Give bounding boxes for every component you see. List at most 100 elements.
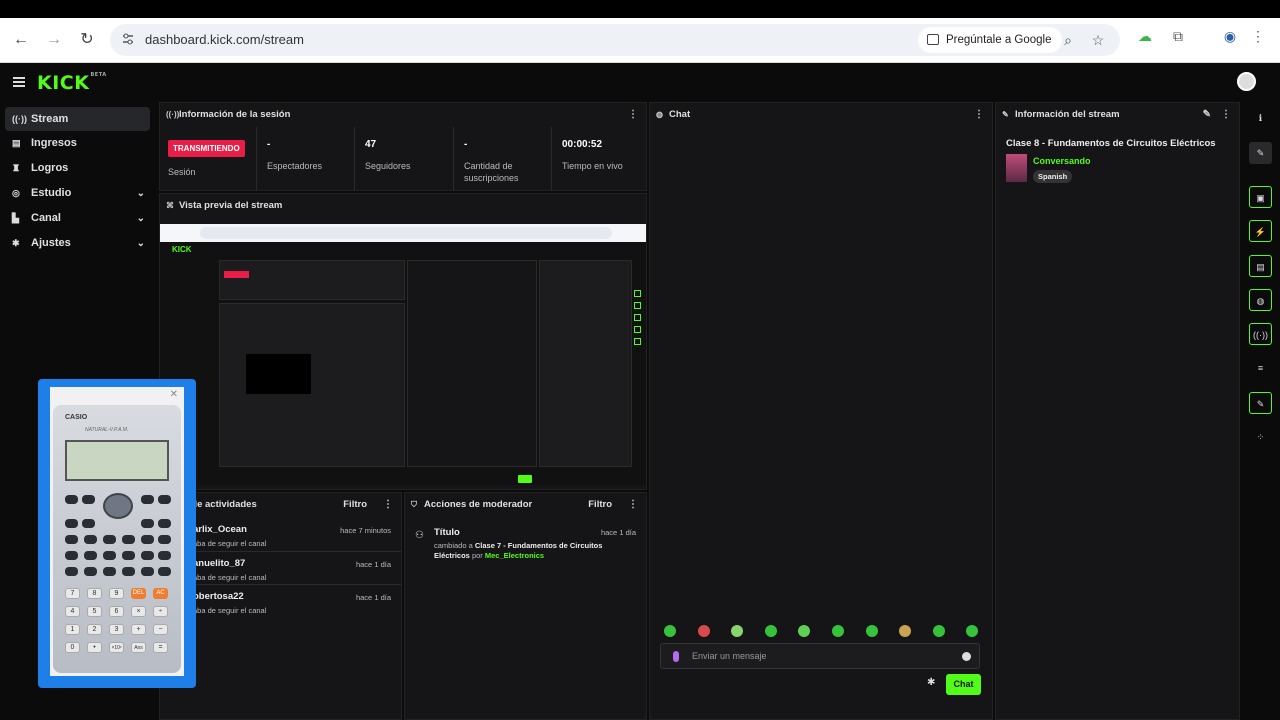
wrench-rail-icon[interactable]: ✎	[1249, 392, 1272, 414]
calculator-key[interactable]	[141, 535, 154, 544]
calculator-key[interactable]: AC	[153, 588, 168, 599]
calculator-key[interactable]	[103, 551, 116, 560]
close-icon[interactable]: ✕	[170, 389, 178, 400]
calculator-key[interactable]: Ans	[131, 642, 146, 653]
calculator-key[interactable]	[122, 535, 135, 544]
calculator-key[interactable]: 9	[109, 588, 124, 599]
calculator-key[interactable]: ÷	[153, 606, 168, 617]
calculator-key[interactable]	[84, 551, 97, 560]
calculator-key[interactable]	[82, 495, 95, 504]
emote-icon[interactable]	[966, 625, 978, 637]
more-options-icon[interactable]: ⋮	[628, 493, 638, 517]
screen-icon[interactable]: ▣	[1249, 186, 1272, 208]
emote-icon[interactable]	[866, 625, 878, 637]
calculator-dpad[interactable]	[103, 493, 133, 519]
info-icon[interactable]: ℹ	[1249, 107, 1272, 129]
calculator-key[interactable]	[158, 551, 171, 560]
category-thumbnail[interactable]	[1006, 154, 1027, 182]
pencil-icon[interactable]: ✎	[1249, 142, 1272, 164]
chat-send-button[interactable]: Chat	[946, 674, 981, 695]
calculator-key[interactable]: ×	[131, 606, 146, 617]
menu-icon[interactable]	[13, 77, 25, 87]
site-settings-icon[interactable]	[120, 31, 136, 47]
zoom-icon[interactable]: ⌕	[1060, 32, 1076, 48]
calculator-key[interactable]	[158, 519, 171, 528]
calculator-key[interactable]: 5	[87, 606, 102, 617]
more-options-icon[interactable]: ⋮	[974, 103, 984, 127]
calculator-key[interactable]: 8	[87, 588, 102, 599]
calculator-key[interactable]	[84, 535, 97, 544]
calculator-key[interactable]	[141, 567, 154, 576]
calculator-key[interactable]: DEL	[131, 588, 146, 599]
emote-icon[interactable]	[664, 625, 676, 637]
calculator-key[interactable]	[65, 567, 78, 576]
calculator-key[interactable]: ×10ˣ	[109, 642, 124, 653]
follower-name[interactable]: anuelito_87	[193, 558, 245, 569]
calculator-key[interactable]	[122, 551, 135, 560]
reload-icon[interactable]: ↻	[77, 30, 97, 50]
calculator-key[interactable]	[82, 519, 95, 528]
calculator-key[interactable]: 6	[109, 606, 124, 617]
calculator-key[interactable]: 7	[65, 588, 80, 599]
sidebar-item-estudio[interactable]: ◎ Estudio ⌄	[5, 181, 150, 206]
emote-icon[interactable]	[832, 625, 844, 637]
emote-icon[interactable]	[933, 625, 945, 637]
microphone-icon[interactable]	[673, 651, 679, 662]
calculator-key[interactable]: 1	[65, 624, 80, 635]
back-icon[interactable]: ←	[11, 30, 31, 50]
sidebar-item-logros[interactable]: ♜ Logros	[5, 156, 150, 181]
calculator-key[interactable]	[84, 567, 97, 576]
follower-name[interactable]: obertosa22	[193, 591, 244, 602]
emote-icon[interactable]	[798, 625, 810, 637]
edit-icon[interactable]: ✎	[1203, 103, 1211, 127]
calculator-key[interactable]	[141, 495, 154, 504]
calculator-overlay[interactable]: ✕ CASIO NATURAL-V.P.A.M. 7 8 9 DEL AC 4 …	[38, 379, 196, 688]
more-options-icon[interactable]: ⋮	[628, 103, 638, 127]
address-bar[interactable]: dashboard.kick.com/stream Pregúntale a G…	[110, 24, 1120, 56]
calculator-key[interactable]: =	[153, 642, 168, 653]
calculator-key[interactable]	[65, 519, 78, 528]
lightning-icon[interactable]: ⚡	[1249, 220, 1272, 242]
mod-action-user[interactable]: Mec_Electronics	[485, 551, 544, 560]
calculator-key[interactable]	[158, 567, 171, 576]
ask-google-button[interactable]: Pregúntale a Google	[918, 27, 1062, 53]
chat-icon[interactable]: ◍	[1249, 289, 1272, 311]
calculator-key[interactable]: •	[87, 642, 102, 653]
filter-button[interactable]: Filtro	[588, 493, 612, 517]
apps-icon[interactable]: ⁘	[1249, 426, 1272, 448]
stream-category[interactable]: Conversando	[1033, 156, 1091, 166]
more-options-icon[interactable]: ⋮	[1221, 103, 1231, 127]
follower-name[interactable]: arlix_Ocean	[193, 524, 247, 535]
calculator-key[interactable]	[141, 519, 154, 528]
bookmark-star-icon[interactable]: ☆	[1090, 32, 1106, 48]
calculator-key[interactable]	[103, 567, 116, 576]
forward-icon[interactable]: →	[44, 30, 64, 50]
calculator-key[interactable]	[122, 567, 135, 576]
calculator-key[interactable]: 2	[87, 624, 102, 635]
kick-logo[interactable]: KICKBETA	[37, 72, 107, 94]
calculator-key[interactable]: +	[131, 624, 146, 635]
calculator-key[interactable]: 3	[109, 624, 124, 635]
stream-preview-video[interactable]: KICK	[160, 224, 646, 485]
chat-message-input[interactable]: Enviar un mensaje	[660, 643, 980, 669]
chat-settings-icon[interactable]: ✱	[927, 677, 935, 688]
avatar[interactable]	[1237, 72, 1256, 91]
calculator-key[interactable]	[158, 495, 171, 504]
calculator-key[interactable]	[158, 535, 171, 544]
calculator-key[interactable]: −	[153, 624, 168, 635]
sidebar-item-canal[interactable]: ▙ Canal ⌄	[5, 206, 150, 231]
profile-icon[interactable]: ◉	[1222, 28, 1238, 44]
calculator-key[interactable]	[65, 551, 78, 560]
extension-cloud-icon[interactable]: ☁	[1137, 28, 1153, 44]
broadcast-rail-icon[interactable]: ((·))	[1249, 323, 1272, 345]
browser-menu-icon[interactable]: ⋮	[1250, 28, 1266, 44]
emote-icon[interactable]	[765, 625, 777, 637]
more-options-icon[interactable]: ⋮	[383, 493, 393, 517]
sidebar-item-ingresos[interactable]: ▤ Ingresos	[5, 131, 150, 156]
sidebar-item-ajustes[interactable]: ✱ Ajustes ⌄	[5, 231, 150, 256]
extensions-icon[interactable]: ⧉	[1170, 28, 1186, 44]
filter-button[interactable]: Filtro	[343, 493, 367, 517]
emote-icon[interactable]	[698, 625, 710, 637]
calculator-key[interactable]	[141, 551, 154, 560]
calculator-key[interactable]: 0	[65, 642, 80, 653]
